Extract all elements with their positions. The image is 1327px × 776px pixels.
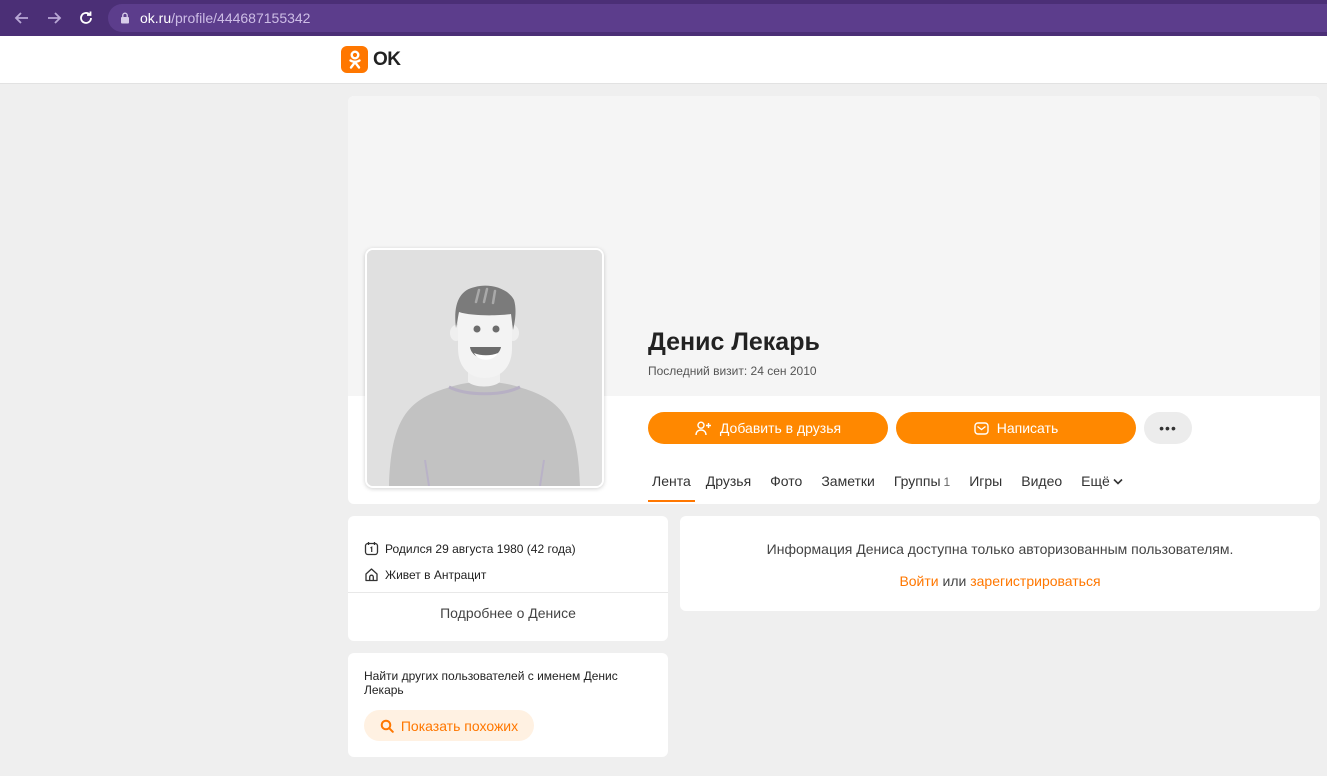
- ok-logo-icon: [341, 46, 368, 73]
- tab-games[interactable]: Игры: [969, 464, 1002, 504]
- tab-label: Группы: [893, 473, 941, 489]
- reload-icon[interactable]: [73, 5, 99, 31]
- chevron-down-icon: [1113, 478, 1123, 485]
- avatar[interactable]: [365, 248, 604, 488]
- more-actions-button[interactable]: •••: [1144, 412, 1192, 444]
- tab-label: Фото: [770, 473, 803, 489]
- tab-feed[interactable]: Лента: [648, 464, 695, 504]
- show-similar-button[interactable]: Показать похожих: [364, 710, 534, 741]
- ok-logo[interactable]: OK: [341, 46, 401, 73]
- more-dots-icon: •••: [1159, 420, 1177, 436]
- envelope-icon: [974, 421, 989, 435]
- show-similar-label: Показать похожих: [400, 717, 519, 734]
- tab-label: Ещё: [1081, 473, 1110, 489]
- lock-icon: [120, 12, 130, 24]
- tab-label: Лента: [652, 473, 691, 489]
- home-icon: [364, 567, 379, 582]
- tab-label: Игры: [969, 473, 1003, 489]
- profile-info-card: Родился 29 августа 1980 (42 года) Живет …: [348, 516, 668, 641]
- message-button[interactable]: Написать: [896, 412, 1136, 444]
- birth-row: Родился 29 августа 1980 (42 года): [364, 541, 576, 556]
- register-link[interactable]: зарегистрироваться: [970, 573, 1100, 589]
- profile-name: Денис Лекарь: [648, 328, 820, 356]
- search-icon: [380, 719, 394, 733]
- tab-video[interactable]: Видео: [1021, 464, 1062, 504]
- site-header: OK: [0, 36, 1327, 84]
- calendar-icon: [364, 541, 379, 556]
- city-row: Живет в Антрацит: [364, 567, 486, 582]
- last-visit: Последний визит: 24 сен 2010: [648, 364, 817, 378]
- back-icon[interactable]: [9, 5, 35, 31]
- add-user-icon: [695, 420, 712, 436]
- tab-photos[interactable]: Фото: [770, 464, 802, 504]
- forward-icon[interactable]: [41, 5, 67, 31]
- tab-more[interactable]: Ещё: [1081, 464, 1123, 504]
- login-line: Войти или зарегистрироваться: [680, 573, 1320, 589]
- browser-toolbar: ok.ru/profile/444687155342: [0, 0, 1327, 36]
- birth-text: Родился 29 августа 1980 (42 года): [385, 541, 576, 556]
- default-avatar-illustration: [367, 250, 602, 486]
- add-friend-button[interactable]: Добавить в друзья: [648, 412, 888, 444]
- login-link[interactable]: Войти: [899, 573, 938, 589]
- profile-tabs: Лента Друзья Фото Заметки Группы 1 Игры В…: [648, 464, 1142, 504]
- find-similar-card: Найти других пользователей с именем Дени…: [348, 653, 668, 757]
- tab-groups[interactable]: Группы 1: [894, 464, 950, 504]
- groups-count: 1: [943, 475, 951, 489]
- tab-friends[interactable]: Друзья: [706, 464, 751, 504]
- tab-label: Заметки: [821, 473, 875, 489]
- divider: [348, 592, 668, 593]
- more-about-link[interactable]: Подробнее о Денисе: [348, 605, 668, 621]
- tab-notes[interactable]: Заметки: [821, 464, 875, 504]
- or-text: или: [942, 573, 967, 589]
- profile-card: Денис Лекарь Последний визит: 24 сен 201…: [348, 96, 1320, 504]
- find-similar-text: Найти других пользователей с именем Дени…: [364, 669, 618, 697]
- restricted-info-card: Информация Дениса доступна только автори…: [680, 516, 1320, 611]
- url-host: ok.ru: [140, 10, 172, 26]
- logo-text: OK: [373, 48, 401, 70]
- restricted-message: Информация Дениса доступна только автори…: [766, 541, 1234, 557]
- add-friend-label: Добавить в друзья: [719, 420, 842, 436]
- tab-label: Друзья: [705, 473, 752, 489]
- url-path: /profile/444687155342: [171, 10, 311, 26]
- address-bar[interactable]: ok.ru/profile/444687155342: [108, 4, 1327, 32]
- tab-label: Видео: [1021, 473, 1063, 489]
- city-text: Живет в Антрацит: [385, 567, 487, 582]
- message-label: Написать: [996, 420, 1059, 436]
